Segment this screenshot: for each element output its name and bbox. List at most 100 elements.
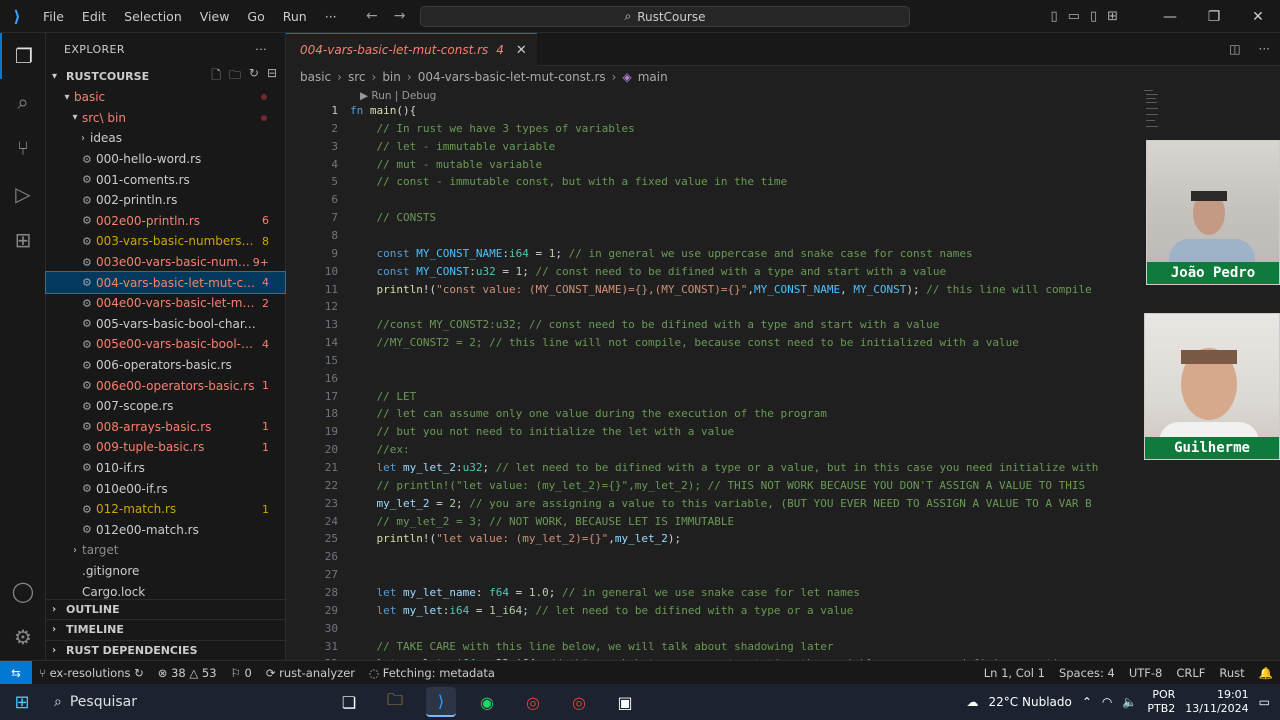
explorer-file-item[interactable]: ⚙ 012-match.rs 1 [46,499,285,520]
code-line[interactable]: 11 println!("const value: (MY_CONST_NAME… [286,281,1280,299]
code-line[interactable]: 25 println!("let value: (my_let_2)={}",m… [286,530,1280,548]
explorer-file-item[interactable]: ⚙ 003-vars-basic-numbers.rs 8 [46,231,285,252]
split-editor-icon[interactable]: ◫ [1229,42,1240,56]
code-line[interactable]: 19 // but you not need to initialize the… [286,423,1280,441]
code-line[interactable]: 9 const MY_CONST_NAME:i64 = 1; // in gen… [286,245,1280,263]
code-line[interactable]: 13 //const MY_CONST2:u32; // const need … [286,316,1280,334]
info-status[interactable]: ⚐ 0 [224,666,259,680]
tray-chevron-icon[interactable]: ⌃ [1082,695,1092,709]
explorer-file-item[interactable]: ⚙ 005e00-vars-basic-bool-char... 4 [46,334,285,355]
file-explorer-icon[interactable]: 🗀 [380,687,410,717]
code-line[interactable]: 29 let my_let:i64 = 1_i64; // let need t… [286,602,1280,620]
code-line[interactable]: 8 [286,227,1280,245]
explorer-file-item[interactable]: ⚙ 006e00-operators-basic.rs 1 [46,375,285,396]
code-line[interactable]: 2 // In rust we have 3 types of variable… [286,120,1280,138]
whatsapp-icon[interactable]: ◉ [472,687,502,717]
code-line[interactable]: 17 // LET [286,388,1280,406]
language-mode[interactable]: Rust [1212,666,1251,680]
editor-more-icon[interactable]: ··· [1259,42,1270,56]
breadcrumb-item[interactable]: 004-vars-basic-let-mut-const.rs [418,70,606,84]
close-tab-icon[interactable]: ✕ [516,43,527,58]
code-line[interactable]: 12 [286,298,1280,316]
code-line[interactable]: 10 const MY_CONST:u32 = 1; // const need… [286,263,1280,281]
code-line[interactable]: 22 // println!("let value: (my_let_2)={}… [286,477,1280,495]
taskbar-search[interactable]: ⌕ Pesquisar [44,687,294,717]
explorer-file-item[interactable]: ⚙ 004e00-vars-basic-let-mut-c... 2 [46,293,285,314]
indentation[interactable]: Spaces: 4 [1052,666,1122,680]
problems-status[interactable]: ⊗ 38 △ 53 [151,666,224,680]
cursor-position[interactable]: Ln 1, Col 1 [977,666,1052,680]
clock[interactable]: 19:01 13/11/2024 [1185,688,1248,716]
workspace-root[interactable]: ▾ RUSTCOURSE 🗋 🗀 ↻ ⊟ [46,66,285,87]
settings-gear-icon[interactable]: ⚙ [0,614,46,660]
codelens-run-debug[interactable]: ▶ Run | Debug [360,90,436,102]
explorer-file-item[interactable]: ⚙ 006-operators-basic.rs [46,355,285,376]
line-ending[interactable]: CRLF [1169,666,1212,680]
code-line[interactable]: 20 //ex: [286,441,1280,459]
folder-basic[interactable]: ▾ basic [46,87,285,108]
code-line[interactable]: 30 [286,620,1280,638]
explorer-file-item[interactable]: ⚙ 005-vars-basic-bool-char.rs [46,314,285,335]
code-line[interactable]: 15 [286,352,1280,370]
code-line[interactable]: 27 [286,566,1280,584]
remote-indicator-icon[interactable]: ⇆ [0,660,32,685]
close-window-button[interactable]: ✕ [1236,9,1280,25]
code-line[interactable]: 6 [286,191,1280,209]
timeline-section[interactable]: › TIMELINE [46,619,286,640]
breadcrumb-item[interactable]: basic [300,70,331,84]
notification-center-icon[interactable]: ▭ [1259,695,1270,709]
code-line[interactable]: 23 my_let_2 = 2; // you are assigning a … [286,495,1280,513]
collapse-all-icon[interactable]: ⊟ [267,66,277,87]
restore-button[interactable]: ❐ [1192,9,1236,25]
source-control-icon[interactable]: ⑂ [0,125,46,171]
code-line[interactable]: 7 // CONSTS [286,209,1280,227]
code-line[interactable]: 3 // let - immutable variable [286,138,1280,156]
tab-active-file[interactable]: 004-vars-basic-let-mut-const.rs 4 ✕ [286,33,537,66]
new-file-icon[interactable]: 🗋 [211,66,221,87]
folder-ideas[interactable]: › ideas [46,128,285,149]
code-line[interactable]: 16 [286,370,1280,388]
outline-section[interactable]: › OUTLINE [46,598,286,620]
toggle-secondary-sidebar-icon[interactable]: ▯ [1090,9,1097,24]
explorer-file-item[interactable]: ⚙ 001-coments.rs [46,169,285,190]
windows-start-icon[interactable]: ⊞ [0,692,44,713]
new-folder-icon[interactable]: 🗀 [229,66,241,87]
explorer-file-item[interactable]: ⚙ 002e00-println.rs 6 [46,211,285,232]
explorer-file-item[interactable]: ⚙ 003e00-vars-basic-numbers...9+ [46,252,285,273]
volume-icon[interactable]: 🔈 [1122,695,1137,709]
weather-icon[interactable]: ☁ [967,695,979,709]
menu-view[interactable]: View [191,9,239,24]
network-icon[interactable]: ◠ [1102,695,1112,709]
rust-analyzer-status[interactable]: ⟳ rust-analyzer [259,666,362,680]
folder-src-bin[interactable]: ▾ src\ bin [46,108,285,129]
file-gitignore[interactable]: .gitignore [46,561,285,582]
menu-more[interactable]: ··· [316,9,346,24]
refresh-icon[interactable]: ↻ [249,66,259,87]
language-indicator[interactable]: POR PTB2 [1147,688,1175,716]
back-arrow-icon[interactable]: ← [366,8,378,24]
breadcrumb-item[interactable]: main [638,70,668,84]
terminal-icon[interactable]: ▣ [610,687,640,717]
explorer-file-item[interactable]: ⚙ 004-vars-basic-let-mut-const... 4 [45,271,286,294]
notifications-bell-icon[interactable]: 🔔 [1252,666,1280,680]
code-line[interactable]: 4 // mut - mutable variable [286,156,1280,174]
weather-label[interactable]: 22°C Nublado [989,695,1072,709]
explorer-file-item[interactable]: ⚙ 009-tuple-basic.rs 1 [46,437,285,458]
explorer-file-item[interactable]: ⚙ 002-println.rs [46,190,285,211]
branch-status[interactable]: ⑂ ex-resolutions ↻ [32,666,151,680]
explorer-file-item[interactable]: ⚙ 007-scope.rs [46,396,285,417]
explorer-file-item[interactable]: ⚙ 012e00-match.rs [46,519,285,540]
minimize-button[interactable]: — [1148,9,1192,25]
menu-run[interactable]: Run [274,9,316,24]
forward-arrow-icon[interactable]: → [394,8,406,24]
explorer-file-item[interactable]: ⚙ 000-hello-word.rs [46,149,285,170]
vscode-taskbar-icon[interactable]: ⟩ [426,687,456,717]
explorer-file-item[interactable]: ⚙ 010e00-if.rs [46,478,285,499]
code-line[interactable]: 14 //MY_CONST2 = 2; // this line will no… [286,334,1280,352]
folder-target[interactable]: › target [46,540,285,561]
explorer-files-icon[interactable]: ❐ [0,33,46,79]
customize-layout-icon[interactable]: ⊞ [1107,9,1118,24]
code-line[interactable]: 1 fn main(){ [286,102,1280,120]
code-line[interactable]: 24 // my_let_2 = 3; // NOT WORK, BECAUSE… [286,513,1280,531]
explorer-file-item[interactable]: ⚙ 010-if.rs [46,458,285,479]
